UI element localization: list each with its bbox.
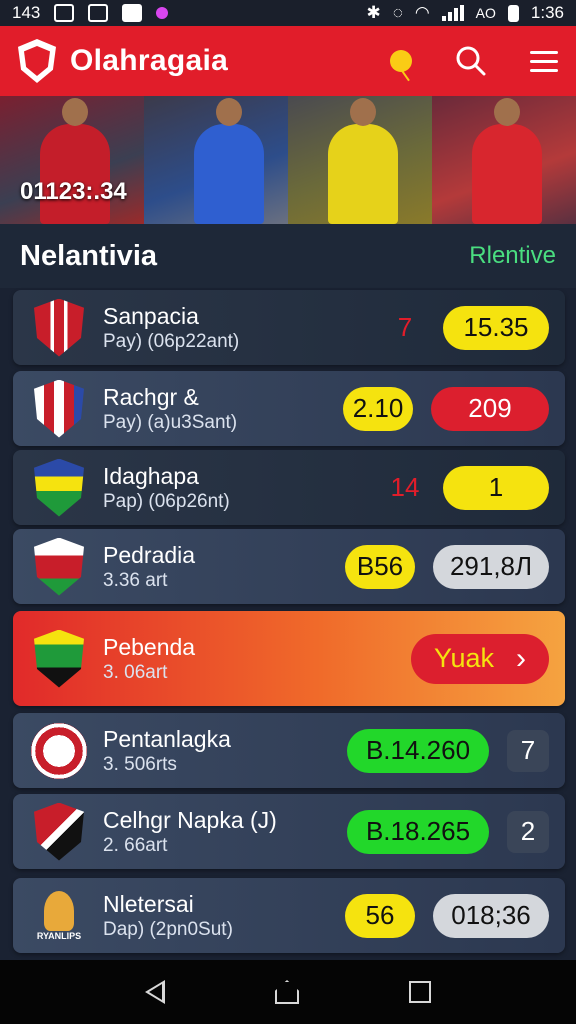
image-icon bbox=[54, 4, 75, 22]
match-list: Sanpacia Pay) (06p22ant) 7 15.35 Rachgr … bbox=[0, 288, 576, 960]
player-figure bbox=[40, 98, 110, 224]
match-detail: Pay) (a)u3Sant) bbox=[103, 411, 238, 433]
team-name: Idaghapa bbox=[103, 462, 199, 489]
system-nav-bar bbox=[0, 960, 576, 1024]
team-name: Sanpacia bbox=[103, 302, 199, 329]
status-carrier-text: AO bbox=[475, 5, 496, 21]
player-figure bbox=[328, 98, 398, 224]
banner-photo-2 bbox=[144, 96, 288, 224]
battery-icon bbox=[507, 4, 519, 22]
team-crest-icon bbox=[31, 298, 87, 358]
back-icon[interactable] bbox=[145, 980, 165, 1004]
odds-pill[interactable]: 018;36 bbox=[433, 893, 549, 938]
banner-photo-4 bbox=[432, 96, 576, 224]
menu-icon[interactable] bbox=[530, 45, 558, 78]
team-name: Pebenda bbox=[103, 633, 196, 660]
match-detail: 3. 06art bbox=[103, 661, 168, 683]
match-detail: 3.36 art bbox=[103, 569, 168, 591]
score-value: 7 bbox=[397, 312, 413, 342]
odds-pill[interactable]: 56 bbox=[345, 893, 415, 938]
team-crest-icon bbox=[31, 802, 87, 862]
odds-pill[interactable]: B56 bbox=[345, 544, 415, 589]
team-name: Pedradia bbox=[103, 541, 196, 568]
odds-pill[interactable]: B.18.265 bbox=[347, 809, 489, 854]
status-number: 143 bbox=[12, 3, 41, 22]
match-detail: 3. 506rts bbox=[103, 753, 177, 775]
section-header: Nelantivia Rlentive bbox=[0, 224, 576, 288]
chevron-right-icon: › bbox=[516, 641, 527, 675]
team-name: Celhgr Napka (J) bbox=[103, 806, 277, 833]
match-detail: 2. 66art bbox=[103, 834, 168, 856]
app-title: Olahragaia bbox=[70, 44, 229, 77]
team-name: Pentanlagka bbox=[103, 725, 231, 752]
team-name: Nletersai bbox=[103, 890, 194, 917]
list-item[interactable]: Celhgr Napka (J) 2. 66art B.18.265 2 bbox=[13, 794, 565, 869]
odds-pill[interactable]: 209 bbox=[431, 386, 549, 431]
status-time: 1:36 bbox=[530, 3, 564, 22]
player-figure bbox=[194, 98, 264, 224]
watch-button-label: Yuak bbox=[433, 643, 495, 673]
odds-pill[interactable]: 1 bbox=[443, 465, 549, 510]
match-detail: Pay) (06p22ant) bbox=[103, 330, 240, 352]
team-name: Rachgr & bbox=[103, 383, 199, 410]
watch-button[interactable]: Yuak › bbox=[411, 633, 549, 684]
signal-icon bbox=[441, 5, 464, 21]
home-icon[interactable] bbox=[275, 980, 299, 1004]
app-logo-icon[interactable] bbox=[18, 39, 56, 83]
live-ball-icon[interactable] bbox=[390, 50, 412, 72]
score-value: 14 bbox=[390, 472, 420, 502]
match-banner[interactable]: 01123:.34 bbox=[0, 96, 576, 224]
recent-apps-icon[interactable] bbox=[409, 981, 431, 1003]
list-item-highlighted[interactable]: Pebenda 3. 06art Yuak › bbox=[13, 611, 565, 706]
app-bar: Olahragaia bbox=[0, 26, 576, 96]
crest-label: RYANLIPS bbox=[36, 930, 82, 941]
banner-photo-3 bbox=[288, 96, 432, 224]
team-crest-icon: RYANLIPS bbox=[31, 886, 87, 946]
team-crest-icon bbox=[31, 458, 87, 518]
match-detail: Pap) (06p26nt) bbox=[103, 490, 230, 512]
list-item[interactable]: Pedradia 3.36 art B56 291,8Л bbox=[13, 529, 565, 604]
wifi-icon: ◠ bbox=[414, 3, 430, 22]
list-item[interactable]: Pentanlagka 3. 506rts B.14.260 7 bbox=[13, 713, 565, 788]
team-crest-icon bbox=[31, 721, 87, 781]
search-icon[interactable] bbox=[456, 46, 486, 76]
odds-pill[interactable]: 2.10 bbox=[343, 386, 413, 431]
team-crest-icon bbox=[31, 379, 87, 439]
list-item[interactable]: Idaghapa Pap) (06p26nt) 14 1 bbox=[13, 450, 565, 525]
list-item[interactable]: RYANLIPS Nletersai Dap) (2pn0Sut) 56 018… bbox=[13, 878, 565, 953]
section-link[interactable]: Rlentive bbox=[469, 242, 556, 270]
team-crest-icon bbox=[31, 629, 87, 689]
odds-pill[interactable]: B.14.260 bbox=[347, 728, 489, 773]
team-crest-icon bbox=[31, 537, 87, 597]
download-icon bbox=[88, 4, 109, 22]
match-detail: Dap) (2pn0Sut) bbox=[103, 918, 233, 940]
banner-score: 01123:.34 bbox=[20, 178, 127, 205]
player-figure bbox=[472, 98, 542, 224]
rank-badge: 7 bbox=[507, 729, 549, 772]
odds-pill[interactable]: 291,8Л bbox=[433, 544, 549, 589]
odds-pill[interactable]: 15.35 bbox=[443, 305, 549, 350]
notification-icon bbox=[122, 4, 143, 22]
location-icon: ◌ bbox=[392, 3, 403, 22]
rank-badge: 2 bbox=[507, 810, 549, 853]
bluetooth-icon: ✱ bbox=[366, 3, 381, 22]
section-title: Nelantivia bbox=[20, 239, 157, 272]
app-notification-icon bbox=[156, 7, 169, 19]
list-item[interactable]: Rachgr & Pay) (a)u3Sant) 2.10 209 bbox=[13, 371, 565, 446]
list-item[interactable]: Sanpacia Pay) (06p22ant) 7 15.35 bbox=[13, 290, 565, 365]
status-bar: 143 ✱ ◌ ◠ AO 1:36 bbox=[0, 0, 576, 26]
